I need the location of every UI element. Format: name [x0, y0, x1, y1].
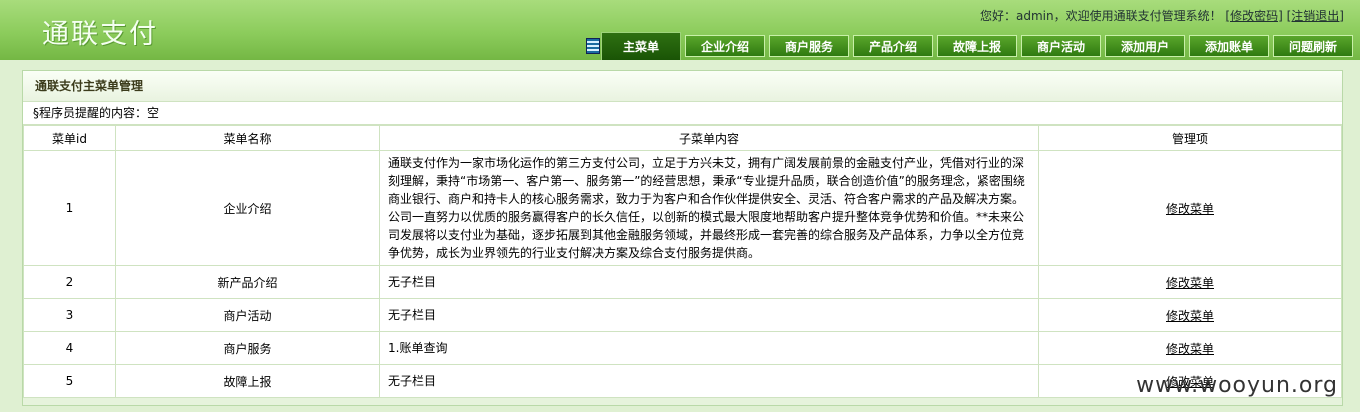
col-header-id: 菜单id	[23, 125, 116, 151]
nav-merchant-activity[interactable]: 商户活动	[1021, 35, 1101, 57]
logout-link[interactable]: [注销退出]	[1287, 9, 1344, 23]
nav-problem-refresh[interactable]: 问题刷新	[1273, 35, 1353, 57]
header-bar: 通联支付 您好：admin，欢迎使用通联支付管理系统！ [修改密码] [注销退出…	[0, 0, 1360, 60]
submenu-content: 1.账单查询	[379, 331, 1039, 365]
menu-id: 3	[23, 298, 116, 332]
panel-title: 通联支付主菜单管理	[23, 71, 1342, 102]
menu-name: 故障上报	[115, 364, 380, 398]
welcome-bar: 您好：admin，欢迎使用通联支付管理系统！ [修改密码] [注销退出]	[980, 7, 1344, 24]
edit-cell: 修改菜单	[1038, 331, 1342, 365]
edit-cell: 修改菜单	[1038, 298, 1342, 332]
table-row: 4 商户服务 1.账单查询 修改菜单	[23, 331, 1342, 365]
nav-fault-report[interactable]: 故障上报	[937, 35, 1017, 57]
col-header-actions: 管理项	[1038, 125, 1342, 151]
programmer-note: §程序员提醒的内容：空	[23, 102, 1342, 125]
nav-company-intro[interactable]: 企业介绍	[685, 35, 765, 57]
change-password-link[interactable]: [修改密码]	[1225, 9, 1282, 23]
menu-id: 5	[23, 364, 116, 398]
table-row: 2 新产品介绍 无子栏目 修改菜单	[23, 265, 1342, 299]
menu-name: 商户服务	[115, 331, 380, 365]
edit-menu-link[interactable]: 修改菜单	[1166, 342, 1214, 356]
menu-name: 企业介绍	[115, 150, 380, 266]
edit-cell: 修改菜单	[1038, 150, 1342, 266]
menu-management-panel: 通联支付主菜单管理 §程序员提醒的内容：空 菜单id 菜单名称 子菜单内容 管理…	[22, 70, 1343, 406]
app-logo: 通联支付	[42, 19, 158, 50]
edit-menu-link[interactable]: 修改菜单	[1166, 276, 1214, 290]
nav-product-intro[interactable]: 产品介绍	[853, 35, 933, 57]
table-row: 1 企业介绍 通联支付作为一家市场化运作的第三方支付公司，立足于方兴未艾，拥有广…	[23, 150, 1342, 266]
menu-icon	[586, 38, 600, 54]
col-header-name: 菜单名称	[115, 125, 380, 151]
table-header-row: 菜单id 菜单名称 子菜单内容 管理项	[23, 125, 1342, 151]
menu-name: 商户活动	[115, 298, 380, 332]
table-row: 3 商户活动 无子栏目 修改菜单	[23, 298, 1342, 332]
edit-cell: 修改菜单	[1038, 265, 1342, 299]
menu-id: 1	[23, 150, 116, 266]
nav-main-menu[interactable]: 主菜单	[601, 32, 681, 60]
submenu-content: 无子栏目	[379, 364, 1039, 398]
submenu-content: 无子栏目	[379, 265, 1039, 299]
nav-add-user[interactable]: 添加用户	[1105, 35, 1185, 57]
col-header-content: 子菜单内容	[379, 125, 1039, 151]
edit-menu-link[interactable]: 修改菜单	[1166, 202, 1214, 216]
menu-id: 2	[23, 265, 116, 299]
nav-merchant-service[interactable]: 商户服务	[769, 35, 849, 57]
menu-name: 新产品介绍	[115, 265, 380, 299]
menu-table: 菜单id 菜单名称 子菜单内容 管理项 1 企业介绍 通联支付作为一家市场化运作…	[23, 125, 1342, 398]
welcome-text: 您好：admin，欢迎使用通联支付管理系统！	[979, 9, 1222, 23]
submenu-content: 通联支付作为一家市场化运作的第三方支付公司，立足于方兴未艾，拥有广阔发展前景的金…	[379, 150, 1039, 266]
watermark-text: www.wooyun.org	[1136, 373, 1338, 398]
nav-add-bill[interactable]: 添加账单	[1189, 35, 1269, 57]
menu-id: 4	[23, 331, 116, 365]
edit-menu-link[interactable]: 修改菜单	[1166, 309, 1214, 323]
submenu-content: 无子栏目	[379, 298, 1039, 332]
